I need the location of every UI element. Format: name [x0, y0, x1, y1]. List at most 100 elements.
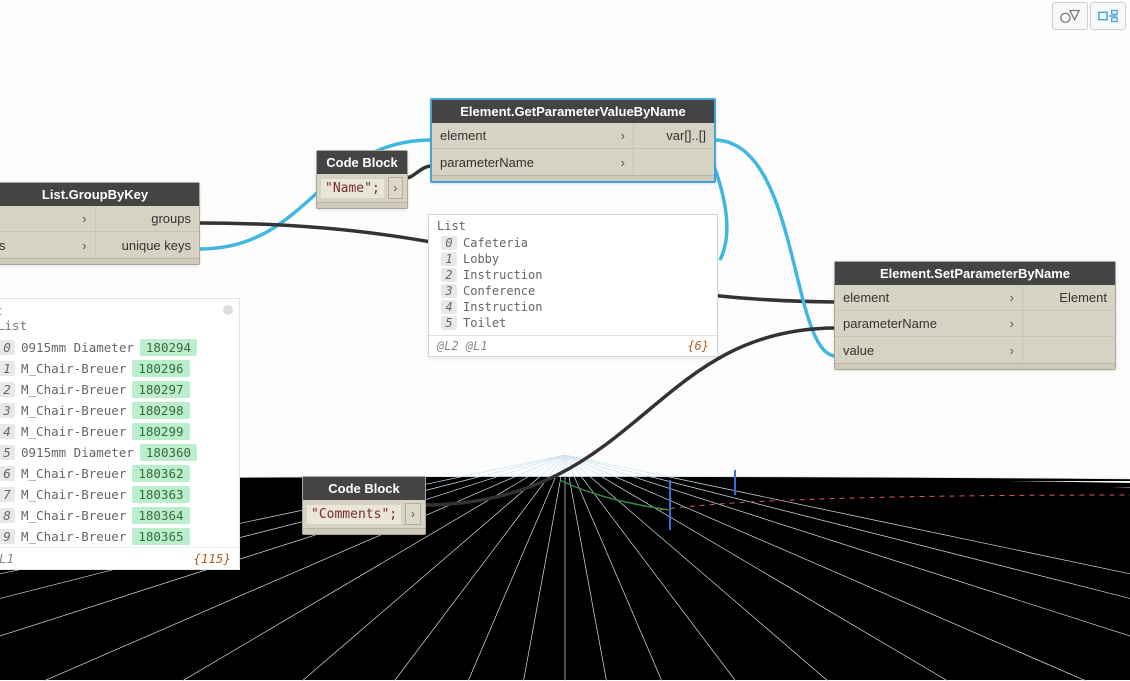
node-element-setparameterbyname[interactable]: Element.SetParameterByName element› para… — [834, 261, 1116, 370]
element-id-pill[interactable]: 180299 — [132, 423, 189, 440]
node-codeblock-name[interactable]: Code Block "Name"; › — [316, 150, 408, 209]
watch-row[interactable]: 0 Cafeteria — [441, 235, 711, 251]
node-title: List.GroupByKey — [0, 183, 199, 206]
input-port-parametername[interactable]: parameterName› — [835, 311, 1022, 337]
watch-row[interactable]: 4 Instruction — [441, 299, 711, 315]
chevron-right-icon: › — [621, 128, 625, 143]
codeblock-text[interactable]: "Name"; — [321, 179, 384, 198]
preview-pin-icon[interactable] — [223, 305, 233, 315]
node-title: Element.GetParameterValueByName — [432, 100, 714, 123]
input-port-element[interactable]: element› — [835, 285, 1022, 311]
element-id-pill[interactable]: 180298 — [132, 402, 189, 419]
element-id-pill[interactable]: 180360 — [140, 444, 197, 461]
watch-row[interactable]: 2 Instruction — [441, 267, 711, 283]
watch-levels: @L2 @L1 — [437, 339, 488, 353]
list-value: Conference — [463, 284, 535, 298]
data-preview-list[interactable]: t List 0 0915mm Diameter 180294 1 M_Chair-Br… — [0, 298, 240, 570]
input-port-parametername[interactable]: parameterName› — [432, 149, 633, 175]
input-port[interactable]: › — [0, 206, 95, 232]
geometry-toggle-icon — [1059, 7, 1081, 25]
watch-count: {6} — [687, 339, 709, 353]
data-levels: L1 — [0, 551, 14, 566]
node-footer — [303, 528, 425, 534]
nav-mode-icon — [1097, 7, 1119, 25]
data-row[interactable]: 2 M_Chair-Breuer 180297 — [0, 379, 239, 400]
list-index: 7 — [0, 487, 15, 502]
list-index: 0 — [441, 236, 457, 250]
data-row[interactable]: 6M_Chair-Breuer180362 — [0, 463, 239, 484]
list-index: 1 — [441, 252, 457, 266]
node-element-getparametervaluebyname[interactable]: Element.GetParameterValueByName element›… — [430, 98, 716, 183]
chevron-right-icon: › — [1010, 343, 1014, 358]
list-index: 0 — [0, 340, 15, 355]
data-row[interactable]: 4 M_Chair-Breuer 180299 — [0, 421, 239, 442]
element-label: M_Chair-Breuer — [21, 508, 126, 523]
list-value: Toilet — [463, 316, 506, 330]
node-list-groupbykey[interactable]: List.GroupByKey › s› groups unique keys — [0, 182, 200, 265]
element-label: M_Chair-Breuer — [21, 424, 126, 439]
chevron-right-icon: › — [1010, 316, 1014, 331]
watch-row[interactable]: 5 Toilet — [441, 315, 711, 331]
data-row[interactable]: 7M_Chair-Breuer180363 — [0, 484, 239, 505]
list-index: 3 — [441, 284, 457, 298]
list-index: 8 — [0, 508, 15, 523]
geometry-toggle-button[interactable] — [1052, 2, 1088, 30]
input-port-value[interactable]: value› — [835, 337, 1022, 363]
data-row[interactable]: 8 M_Chair-Breuer 180364 — [0, 505, 239, 526]
element-id-pill[interactable]: 180362 — [132, 465, 189, 482]
list-index: 5 — [441, 316, 457, 330]
output-port-var[interactable]: var[]..[] — [634, 123, 714, 149]
node-footer — [317, 202, 407, 208]
element-id-pill[interactable]: 180364 — [132, 507, 189, 524]
output-port-element[interactable]: Element — [1023, 285, 1115, 311]
output-port[interactable]: › — [388, 177, 403, 199]
chevron-right-icon: › — [1010, 290, 1014, 305]
watch-preview[interactable]: List 0 Cafeteria1Lobby2 Instruction 3 Confer… — [428, 214, 718, 357]
data-row[interactable]: 9M_Chair-Breuer180365 — [0, 526, 239, 547]
element-id-pill[interactable]: 180294 — [140, 339, 197, 356]
element-label: 0915mm Diameter — [21, 340, 134, 355]
data-header-a: t — [0, 299, 239, 318]
list-value: Instruction — [463, 300, 542, 314]
element-id-pill[interactable]: 180297 — [132, 381, 189, 398]
element-id-pill[interactable]: 180296 — [132, 360, 189, 377]
element-id-pill[interactable]: 180363 — [132, 486, 189, 503]
list-index: 3 — [0, 403, 15, 418]
list-index: 4 — [441, 300, 457, 314]
list-value: Cafeteria — [463, 236, 528, 250]
list-index: 5 — [0, 445, 15, 460]
node-footer — [0, 258, 199, 264]
watch-row[interactable]: 3 Conference — [441, 283, 711, 299]
node-title: Code Block — [303, 477, 425, 500]
node-title: Code Block — [317, 151, 407, 174]
output-port[interactable]: › — [405, 503, 421, 525]
list-index: 4 — [0, 424, 15, 439]
node-codeblock-comments[interactable]: Code Block "Comments"; › — [302, 476, 426, 535]
list-value: Instruction — [463, 268, 542, 282]
output-port-uniquekeys[interactable]: unique keys — [96, 232, 200, 258]
element-label: M_Chair-Breuer — [21, 361, 126, 376]
data-count: {115} — [193, 551, 231, 566]
list-index: 2 — [0, 382, 15, 397]
output-port-groups[interactable]: groups — [96, 206, 200, 232]
data-row[interactable]: 3 M_Chair-Breuer 180298 — [0, 400, 239, 421]
chevron-right-icon: › — [82, 238, 86, 253]
data-header-b: List — [0, 318, 239, 337]
watch-row[interactable]: 1Lobby — [441, 251, 711, 267]
data-row[interactable]: 1 M_Chair-Breuer 180296 — [0, 358, 239, 379]
chevron-right-icon: › — [82, 211, 86, 226]
list-index: 2 — [441, 268, 457, 282]
element-label: M_Chair-Breuer — [21, 382, 126, 397]
input-port-element[interactable]: element› — [432, 123, 633, 149]
chevron-right-icon: › — [621, 155, 625, 170]
codeblock-text[interactable]: "Comments"; — [307, 505, 401, 524]
element-label: M_Chair-Breuer — [21, 403, 126, 418]
node-footer — [835, 363, 1115, 369]
data-row[interactable]: 50915mm Diameter180360 — [0, 442, 239, 463]
nav-mode-button[interactable] — [1090, 2, 1126, 30]
data-row[interactable]: 0 0915mm Diameter 180294 — [0, 337, 239, 358]
element-id-pill[interactable]: 180365 — [132, 528, 189, 545]
watch-header: List — [429, 215, 717, 235]
input-port-s[interactable]: s› — [0, 232, 95, 258]
list-index: 1 — [0, 361, 15, 376]
